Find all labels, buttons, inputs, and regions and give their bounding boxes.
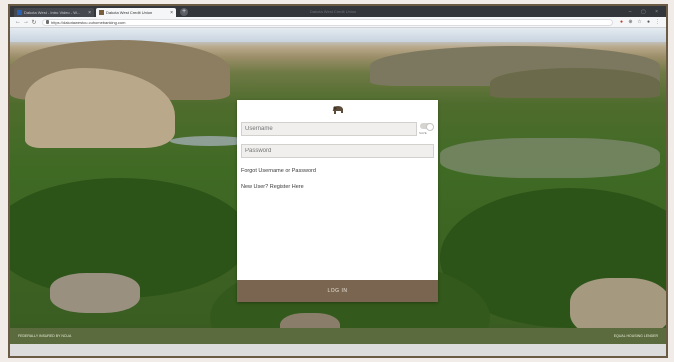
equal-housing-notice: EQUAL HOUSING LENDER <box>613 334 658 338</box>
screenshot-frame: Dakota West - Intro Video - W... × Dakot… <box>8 4 668 358</box>
tab-intro-video[interactable]: Dakota West - Intro Video - W... × <box>14 8 94 17</box>
profile-icon[interactable]: ● <box>644 19 653 25</box>
favicon-icon <box>99 10 104 15</box>
favicon-icon <box>17 10 22 15</box>
url-field[interactable]: https://dakotawestcu.cuhomebanking.com <box>42 18 613 26</box>
tab-bar: Dakota West - Intro Video - W... × Dakot… <box>10 6 666 17</box>
tab-label: Dakota West - Intro Video - W... <box>24 10 81 15</box>
rock-outcrop <box>50 273 140 313</box>
login-card: SAVE Forgot Username or Password New Use… <box>237 100 438 302</box>
login-button[interactable]: LOG IN <box>237 280 438 302</box>
address-bar: ← → ↻ https://dakotawestcu.cuhomebanking… <box>10 17 666 28</box>
menu-icon[interactable]: ⋮ <box>653 19 662 25</box>
page-background: SAVE Forgot Username or Password New Use… <box>10 28 666 344</box>
tab-label: Dakota West Credit Union <box>106 10 153 15</box>
back-icon[interactable]: ← <box>14 19 22 25</box>
star-icon[interactable]: ☆ <box>635 19 644 25</box>
reload-icon[interactable]: ↻ <box>30 19 38 26</box>
meadow <box>440 138 660 178</box>
save-username-toggle[interactable] <box>420 123 434 131</box>
forward-icon[interactable]: → <box>22 19 30 25</box>
window-controls[interactable]: – ▢ × <box>629 9 662 15</box>
register-link[interactable]: New User? Register Here <box>241 184 304 190</box>
badlands-butte <box>490 68 660 98</box>
lock-icon <box>46 20 49 24</box>
close-icon[interactable]: × <box>170 10 173 16</box>
url-text: https://dakotawestcu.cuhomebanking.com <box>51 19 126 25</box>
window-title: Dakota West Credit Union <box>310 9 357 14</box>
zoom-icon[interactable]: ⊕ <box>626 19 635 25</box>
forgot-credentials-link[interactable]: Forgot Username or Password <box>241 168 316 174</box>
browser-window: Dakota West - Intro Video - W... × Dakot… <box>10 6 666 356</box>
tab-credit-union[interactable]: Dakota West Credit Union × <box>96 8 176 17</box>
save-label: SAVE <box>419 131 427 135</box>
extension-icon[interactable]: ● <box>617 19 626 25</box>
footer: FEDERALLY INSURED BY NCUA EQUAL HOUSING … <box>10 328 666 344</box>
ncua-notice: FEDERALLY INSURED BY NCUA <box>18 334 72 338</box>
buffalo-logo-icon <box>332 106 343 114</box>
new-tab-button[interactable]: + <box>180 8 188 16</box>
username-field[interactable] <box>241 122 417 136</box>
close-icon[interactable]: × <box>88 10 91 16</box>
password-field[interactable] <box>241 144 434 158</box>
